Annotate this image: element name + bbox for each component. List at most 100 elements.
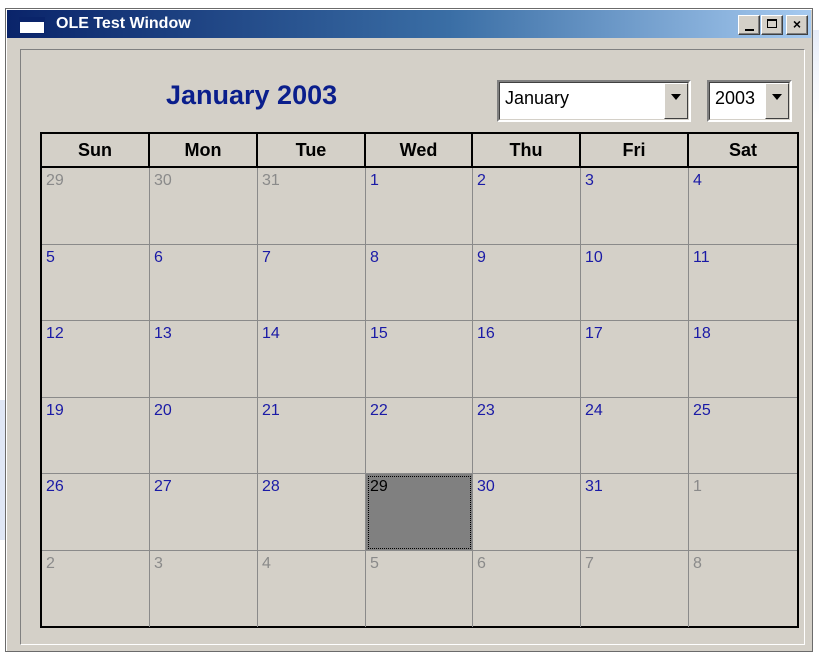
day-cell[interactable]: 3 [150, 551, 258, 627]
day-number: 29 [46, 172, 64, 189]
day-cell[interactable]: 30 [473, 474, 581, 551]
day-cell[interactable]: 31 [581, 474, 689, 551]
day-number: 4 [262, 555, 271, 572]
day-cell[interactable]: 24 [581, 398, 689, 474]
close-button[interactable]: × [786, 15, 808, 35]
day-cell[interactable]: 5 [42, 245, 150, 321]
day-cell[interactable]: 25 [689, 398, 797, 474]
day-cell[interactable]: 7 [581, 551, 689, 627]
day-number: 5 [370, 555, 379, 572]
day-cell[interactable]: 1 [689, 474, 797, 551]
close-icon: × [792, 16, 802, 32]
day-cell[interactable]: 5 [366, 551, 473, 627]
day-number: 6 [477, 555, 486, 572]
day-number: 10 [585, 249, 603, 266]
day-number: 8 [370, 249, 379, 266]
day-number: 13 [154, 325, 172, 342]
day-number: 3 [154, 555, 163, 572]
day-number: 14 [262, 325, 280, 342]
day-cell[interactable]: 12 [42, 321, 150, 398]
day-cell[interactable]: 19 [42, 398, 150, 474]
day-number: 21 [262, 402, 280, 419]
day-cell[interactable]: 6 [473, 551, 581, 627]
day-number: 18 [693, 325, 711, 342]
day-cell[interactable]: 30 [150, 168, 258, 245]
year-dropdown-button[interactable] [765, 83, 789, 119]
day-cell[interactable]: 29 [42, 168, 150, 245]
day-number: 17 [585, 325, 603, 342]
day-cell[interactable]: 1 [366, 168, 473, 245]
day-number: 9 [477, 249, 486, 266]
day-number: 4 [693, 172, 702, 189]
day-cell-selected[interactable]: 29 [366, 474, 473, 551]
window-icon[interactable] [19, 17, 45, 34]
day-number: 15 [370, 325, 388, 342]
day-cell[interactable]: 8 [366, 245, 473, 321]
day-cell[interactable]: 16 [473, 321, 581, 398]
maximize-button[interactable] [761, 15, 783, 35]
ole-test-window: OLE Test Window × January 2003 January 2… [5, 8, 813, 652]
weekday-fri: Fri [581, 134, 689, 166]
day-number: 7 [262, 249, 271, 266]
day-cell[interactable]: 6 [150, 245, 258, 321]
day-cell[interactable]: 20 [150, 398, 258, 474]
day-cell[interactable]: 11 [689, 245, 797, 321]
day-number: 23 [477, 402, 495, 419]
day-cell[interactable]: 14 [258, 321, 366, 398]
calendar-heading: January 2003 [166, 80, 338, 110]
calendar-control: January 2003 January 2003 Sun Mon Tue Wed Th… [20, 49, 805, 645]
day-number: 2 [477, 172, 486, 189]
day-number: 11 [693, 249, 710, 266]
day-cell[interactable]: 4 [689, 168, 797, 245]
day-number: 29 [370, 478, 388, 495]
maximize-icon [767, 19, 777, 28]
month-select-value: January [505, 88, 570, 108]
day-cell[interactable]: 7 [258, 245, 366, 321]
day-number: 19 [46, 402, 64, 419]
day-cell[interactable]: 22 [366, 398, 473, 474]
day-number: 2 [46, 555, 55, 572]
day-number: 27 [154, 478, 172, 495]
weekday-mon: Mon [150, 134, 258, 166]
chevron-down-icon [671, 94, 681, 100]
weekday-tue: Tue [258, 134, 366, 166]
day-cell[interactable]: 3 [581, 168, 689, 245]
day-cell[interactable]: 17 [581, 321, 689, 398]
day-number: 6 [154, 249, 163, 266]
day-cell[interactable]: 21 [258, 398, 366, 474]
minimize-icon [745, 29, 754, 31]
day-cell[interactable]: 10 [581, 245, 689, 321]
day-number: 7 [585, 555, 594, 572]
window-title: OLE Test Window [56, 15, 191, 32]
day-cell[interactable]: 9 [473, 245, 581, 321]
day-number: 1 [693, 478, 702, 495]
day-cell[interactable]: 27 [150, 474, 258, 551]
day-cell[interactable]: 18 [689, 321, 797, 398]
month-dropdown-button[interactable] [664, 83, 688, 119]
day-number: 8 [693, 555, 702, 572]
day-cell[interactable]: 2 [473, 168, 581, 245]
day-number: 5 [46, 249, 55, 266]
day-cell[interactable]: 26 [42, 474, 150, 551]
day-cell[interactable]: 8 [689, 551, 797, 627]
day-number: 26 [46, 478, 64, 495]
day-cell[interactable]: 4 [258, 551, 366, 627]
title-bar[interactable]: OLE Test Window × [7, 10, 811, 38]
weekday-header: Sun Mon Tue Wed Thu Fri Sat [42, 134, 797, 168]
day-cell[interactable]: 2 [42, 551, 150, 627]
weekday-thu: Thu [473, 134, 581, 166]
day-number: 31 [262, 172, 280, 189]
weekday-sat: Sat [728, 140, 757, 160]
day-cell[interactable]: 15 [366, 321, 473, 398]
minimize-button[interactable] [738, 15, 760, 35]
day-cell[interactable]: 23 [473, 398, 581, 474]
calendar-grid: Sun Mon Tue Wed Thu Fri Sat 29 30 31 1 2 3 4 5 6 7 8 9 10 11… [40, 132, 799, 628]
year-select-value: 2003 [715, 88, 756, 108]
year-select[interactable]: 2003 [707, 80, 792, 122]
day-cell[interactable]: 31 [258, 168, 366, 245]
day-cell[interactable]: 13 [150, 321, 258, 398]
day-number: 25 [693, 402, 711, 419]
month-select[interactable]: January [497, 80, 691, 122]
day-cell[interactable]: 28 [258, 474, 366, 551]
day-number: 3 [585, 172, 594, 189]
